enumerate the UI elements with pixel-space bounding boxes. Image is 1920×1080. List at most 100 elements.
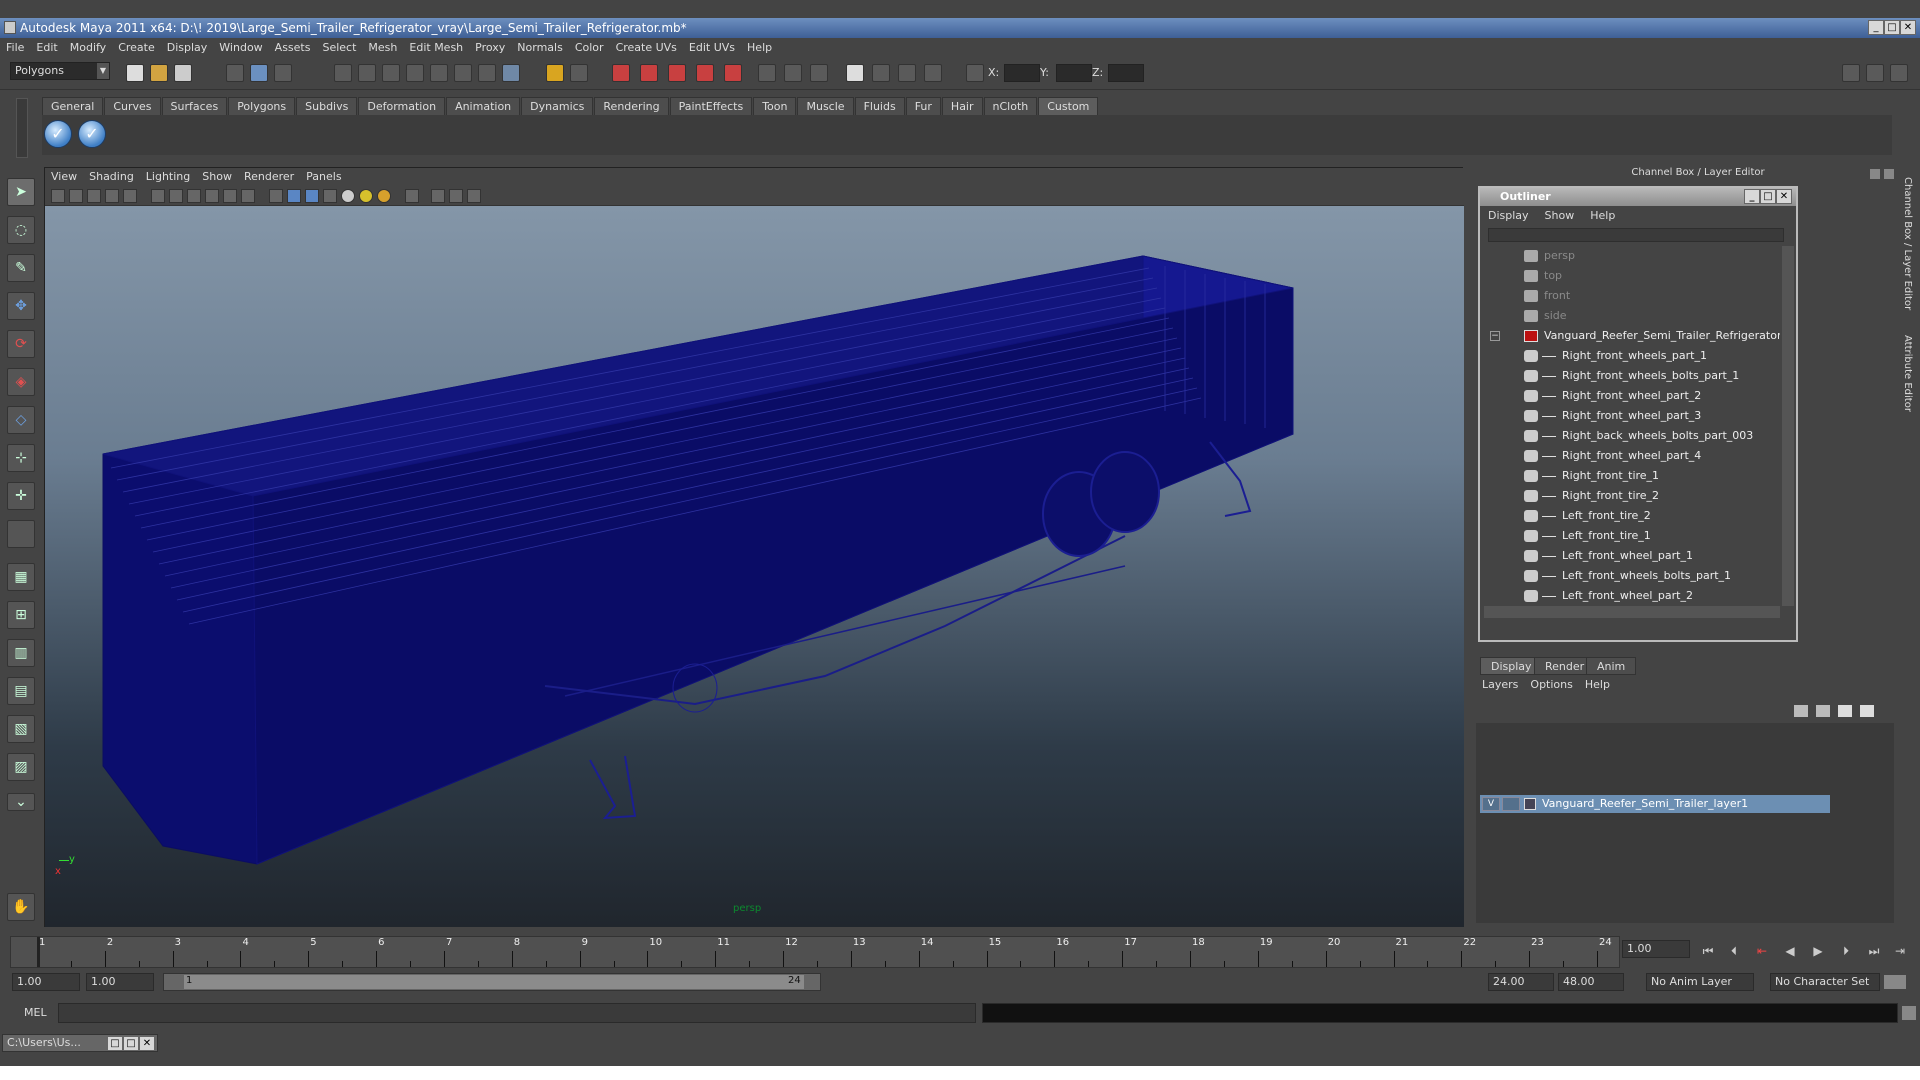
save-scene-icon[interactable] xyxy=(174,64,192,82)
range-slider[interactable]: 1 24 xyxy=(163,973,821,991)
step-back-frame-icon[interactable]: ⇤ xyxy=(1752,942,1772,960)
command-input[interactable] xyxy=(58,1003,976,1023)
new-scene-icon[interactable] xyxy=(126,64,144,82)
menu-create[interactable]: Create xyxy=(112,38,161,58)
wireframe-on-shaded-icon[interactable] xyxy=(305,189,319,203)
snap-live-icon[interactable] xyxy=(430,64,448,82)
playback-end-field[interactable]: 24.00 xyxy=(1488,973,1554,991)
hypershade-layout-icon[interactable]: ▧ xyxy=(7,715,35,743)
outliner-mesh-item[interactable]: Right_back_wheels_bolts_part_003 xyxy=(1484,426,1780,446)
render-settings-icon[interactable] xyxy=(668,64,686,82)
select-object-icon[interactable] xyxy=(250,64,268,82)
tab-anim[interactable]: Anim xyxy=(1586,657,1637,675)
outliner-menu-help[interactable]: Help xyxy=(1582,206,1623,226)
tab-fluids[interactable]: Fluids xyxy=(854,97,905,115)
wireframe-icon[interactable] xyxy=(269,189,283,203)
move-layer-up-icon[interactable] xyxy=(1838,705,1852,717)
play-backward-icon[interactable]: ◀ xyxy=(1780,942,1800,960)
soft-mod-tool-icon[interactable]: ⊹ xyxy=(7,444,35,472)
camera-icon[interactable] xyxy=(846,64,864,82)
outliner-mesh-item[interactable]: Right_front_tire_2 xyxy=(1484,486,1780,506)
outliner-vertical-scrollbar[interactable] xyxy=(1782,246,1794,606)
select-component-icon[interactable] xyxy=(274,64,292,82)
tab-fur[interactable]: Fur xyxy=(905,97,941,115)
current-time-indicator[interactable] xyxy=(37,937,40,967)
paint-select-tool-icon[interactable]: ✎ xyxy=(7,254,35,282)
outliner-mesh-item[interactable]: Left_front_tire_1 xyxy=(1484,526,1780,546)
absolute-transform-icon[interactable] xyxy=(966,64,984,82)
image-plane-icon[interactable] xyxy=(105,189,119,203)
lasso-tool-icon[interactable]: ◌ xyxy=(7,216,35,244)
input-ops-icon[interactable] xyxy=(758,64,776,82)
isolate-select-icon[interactable] xyxy=(405,189,419,203)
outliner-menu-display[interactable]: Display xyxy=(1480,206,1537,226)
scale-tool-icon[interactable]: ◈ xyxy=(7,368,35,396)
script-editor-icon[interactable] xyxy=(1902,1006,1916,1020)
tab-deformation[interactable]: Deformation xyxy=(358,97,446,115)
menu-set-dropdown[interactable]: Polygons ▼ xyxy=(10,62,110,80)
maximize-button[interactable]: □ xyxy=(1884,20,1900,35)
outliner-group-item[interactable]: − Vanguard_Reefer_Semi_Trailer_Refrigerat… xyxy=(1484,326,1780,346)
gate-mask-icon[interactable] xyxy=(187,189,201,203)
trailer-wireframe-model[interactable] xyxy=(45,206,1464,927)
outliner-mesh-item[interactable]: Left_front_wheels_bolts_part_1 xyxy=(1484,566,1780,586)
layout-options-icon[interactable]: ⌄ xyxy=(7,793,35,811)
outliner-camera-item[interactable]: front xyxy=(1484,286,1780,306)
auto-key-icon[interactable] xyxy=(1884,975,1906,989)
menu-edit-uvs[interactable]: Edit UVs xyxy=(683,38,741,58)
ipr-render-icon[interactable] xyxy=(640,64,658,82)
menu-color[interactable]: Color xyxy=(569,38,610,58)
viewport-menu-shading[interactable]: Shading xyxy=(83,168,140,186)
scene-view[interactable]: x y persp xyxy=(45,206,1464,927)
step-back-key-icon[interactable]: ⏴ xyxy=(1724,942,1744,960)
help-icon[interactable] xyxy=(502,64,520,82)
move-layer-down-icon[interactable] xyxy=(1860,705,1874,717)
minimize-button[interactable]: _ xyxy=(1868,20,1884,35)
range-slider-handle[interactable]: 1 24 xyxy=(184,975,804,989)
playback-start-field[interactable]: 1.00 xyxy=(86,973,154,991)
toggle-panel-icon[interactable] xyxy=(1842,64,1860,82)
maximize-button[interactable]: □ xyxy=(1760,189,1776,204)
textured-icon[interactable] xyxy=(323,189,337,203)
single-perspective-layout-icon[interactable]: ▦ xyxy=(7,563,35,591)
outliner-menu-show[interactable]: Show xyxy=(1537,206,1583,226)
move-tool-icon[interactable]: ✥ xyxy=(7,292,35,320)
outliner-mesh-item[interactable]: Left_front_tire_2 xyxy=(1484,506,1780,526)
tab-painteffects[interactable]: PaintEffects xyxy=(669,97,753,115)
animation-end-field[interactable]: 48.00 xyxy=(1558,973,1624,991)
tab-polygons[interactable]: Polygons xyxy=(228,97,296,115)
layer-color-icon[interactable] xyxy=(1524,798,1536,810)
xray-joints-icon[interactable] xyxy=(449,189,463,203)
menu-help[interactable]: Help xyxy=(741,38,778,58)
menu-edit[interactable]: Edit xyxy=(30,38,63,58)
time-slider[interactable]: 1 2 3 4 5 6 7 8 9 10 11 12 13 14 15 16 17 18 19 20 21 22 23 24 xyxy=(10,936,1620,968)
menu-display[interactable]: Display xyxy=(161,38,214,58)
hand-icon[interactable]: ✋ xyxy=(7,893,35,921)
rotate-tool-icon[interactable]: ⟳ xyxy=(7,330,35,358)
close-button[interactable]: ✕ xyxy=(1900,20,1916,35)
minimized-window[interactable]: C:\Users\Us... □ □ ✕ xyxy=(2,1034,158,1052)
go-to-start-icon[interactable]: ⏮ xyxy=(1698,942,1718,960)
current-frame-field[interactable]: 1.00 xyxy=(1622,940,1690,958)
maximize-button[interactable]: □ xyxy=(123,1036,139,1051)
outliner-camera-item[interactable]: side xyxy=(1484,306,1780,326)
viewport-menu-view[interactable]: View xyxy=(45,168,83,186)
snap-grid-icon[interactable] xyxy=(334,64,352,82)
safe-title-icon[interactable] xyxy=(241,189,255,203)
layer-menu-layers[interactable]: Layers xyxy=(1476,675,1524,695)
shadows-icon[interactable] xyxy=(377,189,391,203)
tab-animation[interactable]: Animation xyxy=(446,97,521,115)
shelf-grip[interactable] xyxy=(16,98,28,158)
restore-button[interactable]: □ xyxy=(107,1036,123,1051)
film-gate-icon[interactable] xyxy=(151,189,165,203)
resolution-gate-icon[interactable] xyxy=(169,189,183,203)
render-current-icon[interactable] xyxy=(612,64,630,82)
checkmark-icon[interactable]: ✓ xyxy=(78,120,106,148)
lock-icon[interactable] xyxy=(546,64,564,82)
layer-visibility-toggle[interactable]: V xyxy=(1482,797,1500,811)
last-tool-icon[interactable] xyxy=(7,520,35,548)
select-camera-icon[interactable] xyxy=(51,189,65,203)
new-layer-icon[interactable] xyxy=(1794,705,1808,717)
new-layer-selected-icon[interactable] xyxy=(1816,705,1830,717)
menu-normals[interactable]: Normals xyxy=(511,38,569,58)
